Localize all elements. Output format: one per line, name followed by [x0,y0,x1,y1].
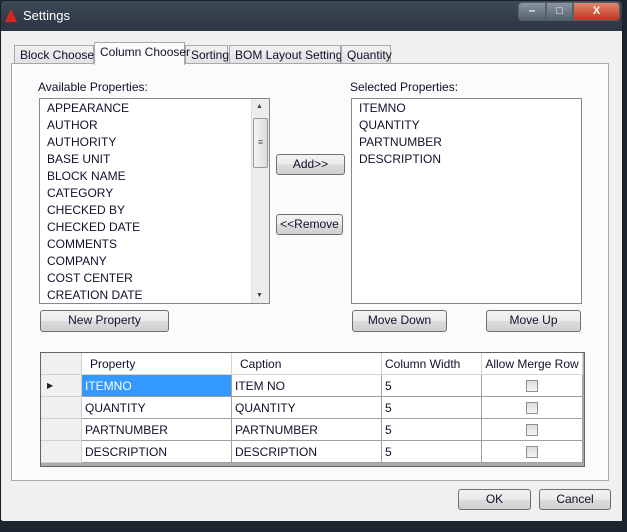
available-property-item[interactable]: BASE UNIT [40,151,269,168]
app-logo-icon [5,9,17,22]
row-header[interactable] [41,419,82,441]
available-property-item[interactable]: CHECKED DATE [40,219,269,236]
cell-property[interactable]: ITEMNO [82,375,232,397]
available-property-item[interactable]: AUTHOR [40,117,269,134]
tab-sorting[interactable]: Sorting [185,45,229,64]
cell-allow-merge-row [482,375,583,397]
cell-property[interactable]: QUANTITY [82,397,232,419]
settings-window: Settings – □ X Block Chooser Column Choo… [0,0,623,521]
cell-allow-merge-row [482,419,583,441]
tab-block-chooser[interactable]: Block Chooser [14,45,98,64]
available-property-item[interactable]: COMMENTS [40,236,269,253]
available-properties-label: Available Properties: [38,80,148,94]
tab-column-chooser[interactable]: Column Chooser [94,42,190,65]
header-column-width[interactable]: Column Width [382,353,482,375]
cell-caption[interactable]: DESCRIPTION [232,441,382,463]
cell-allow-merge-row [482,397,583,419]
available-property-item[interactable]: CHECKED BY [40,202,269,219]
ok-button[interactable]: OK [458,489,531,510]
tab-quantity[interactable]: Quantity [341,45,392,64]
selected-properties-label: Selected Properties: [350,80,459,94]
cell-caption[interactable]: ITEM NO [232,375,382,397]
table-row[interactable]: QUANTITY QUANTITY 5 [41,397,584,419]
selected-property-item[interactable]: PARTNUMBER [352,134,581,151]
available-property-item[interactable]: BLOCK NAME [40,168,269,185]
cell-allow-merge-row [482,441,583,463]
table-row[interactable]: PARTNUMBER PARTNUMBER 5 [41,419,584,441]
allow-merge-checkbox[interactable] [526,423,538,436]
cancel-button[interactable]: Cancel [539,489,611,510]
allow-merge-checkbox[interactable] [526,379,538,392]
cell-column-width[interactable]: 5 [382,419,482,441]
scrollbar[interactable]: ▲ ≡ ▼ [251,99,269,303]
scroll-up-arrow-icon[interactable]: ▲ [256,103,263,110]
close-button[interactable]: X [573,2,620,21]
new-property-button[interactable]: New Property [40,310,169,332]
available-property-item[interactable]: CREATION DATE [40,287,269,304]
selected-properties-list[interactable]: ITEMNO QUANTITY PARTNUMBER DESCRIPTION [351,98,582,304]
add-button[interactable]: Add>> [276,154,345,175]
header-property[interactable]: Property [82,353,232,375]
cell-column-width[interactable]: 5 [382,397,482,419]
cell-caption[interactable]: PARTNUMBER [232,419,382,441]
selected-property-item[interactable]: DESCRIPTION [352,151,581,168]
current-row-arrow-icon: ▶ [47,381,54,390]
selected-property-item[interactable]: ITEMNO [352,100,581,117]
remove-button[interactable]: <<Remove [276,214,343,235]
cell-property[interactable]: DESCRIPTION [82,441,232,463]
cell-caption[interactable]: QUANTITY [232,397,382,419]
column-chooser-panel: Available Properties: APPEARANCE AUTHOR AU… [11,63,609,481]
available-property-item[interactable]: COMPANY [40,253,269,270]
scroll-down-arrow-icon[interactable]: ▼ [256,292,263,299]
allow-merge-checkbox[interactable] [526,445,538,458]
table-row[interactable]: DESCRIPTION DESCRIPTION 5 [41,441,584,463]
maximize-button[interactable]: □ [546,2,573,21]
available-property-item[interactable]: AUTHORITY [40,134,269,151]
table-row[interactable]: ▶ ITEMNO ITEM NO 5 [41,375,584,397]
scroll-thumb[interactable]: ≡ [253,118,268,168]
cell-column-width[interactable]: 5 [382,375,482,397]
row-header[interactable] [41,397,82,419]
header-allow-merge-row[interactable]: Allow Merge Row [482,353,583,375]
row-header[interactable] [41,441,82,463]
tab-bom-layout-settings[interactable]: BOM Layout Settings [229,45,348,64]
available-property-item[interactable]: COST CENTER [40,270,269,287]
move-down-button[interactable]: Move Down [352,310,447,332]
cell-property[interactable]: PARTNUMBER [82,419,232,441]
grid-header: Property Caption Column Width Allow Merg… [41,353,584,375]
window-title: Settings [23,8,70,23]
allow-merge-checkbox[interactable] [526,401,538,414]
available-properties-list[interactable]: APPEARANCE AUTHOR AUTHORITY BASE UNIT BLOCK … [39,98,270,304]
header-caption[interactable]: Caption [232,353,382,375]
columns-grid[interactable]: Property Caption Column Width Allow Merg… [40,352,585,467]
row-header[interactable]: ▶ [41,375,82,397]
row-header-corner [41,353,82,375]
cell-column-width[interactable]: 5 [382,441,482,463]
minimize-button[interactable]: – [518,2,546,21]
move-up-button[interactable]: Move Up [486,310,581,332]
available-property-item[interactable]: CATEGORY [40,185,269,202]
available-property-item[interactable]: APPEARANCE [40,100,269,117]
selected-property-item[interactable]: QUANTITY [352,117,581,134]
title-bar[interactable]: Settings – □ X [1,1,624,31]
